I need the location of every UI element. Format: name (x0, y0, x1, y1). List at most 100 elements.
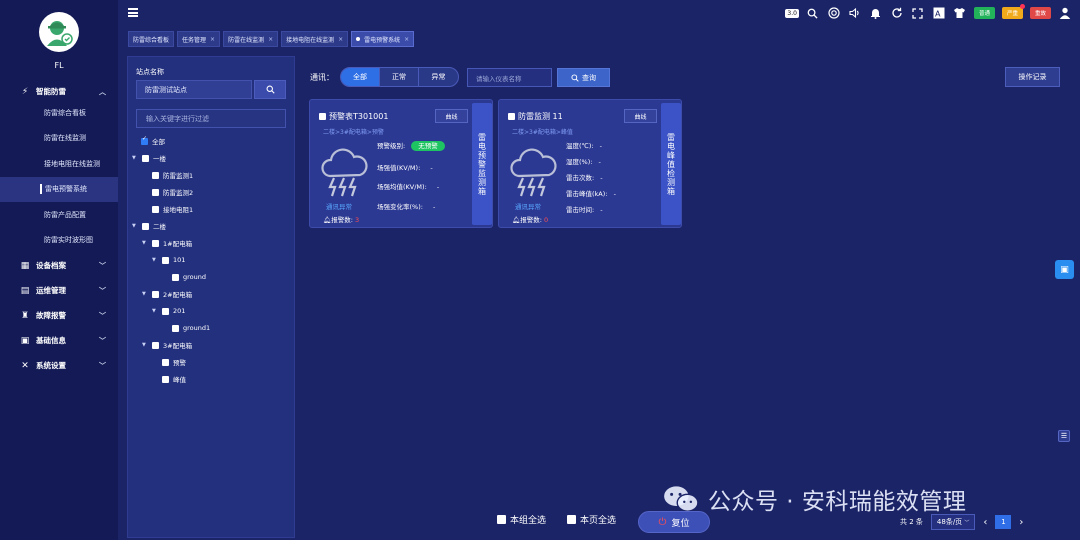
search-icon[interactable] (806, 6, 820, 20)
checkbox[interactable] (162, 256, 169, 264)
sidebar-group-system-settings[interactable]: ✕ 系统设置 ﹀ (0, 357, 118, 374)
sidebar-item-online-monitor[interactable]: 防雷在线监测 (0, 126, 118, 152)
sidebar-item-lightning-warning[interactable]: 雷电预警系统 (0, 176, 118, 202)
comm-option-abnormal[interactable]: 异常 (419, 68, 458, 86)
sidebar-group-maintenance[interactable]: ▤ 运维管理 ﹀ (0, 282, 118, 299)
expand-arrow-icon[interactable]: ▼ (152, 308, 158, 314)
reset-button[interactable]: ⏻ 复位 (638, 511, 710, 533)
tab-ground-monitor[interactable]: 接地电阻在线监测 × (281, 31, 349, 47)
sidebar-group-basic-info[interactable]: ▣ 基础信息 ﹀ (0, 332, 118, 349)
sidebar-item-product-config[interactable]: 防雷产品配置 (0, 202, 118, 228)
checkbox[interactable] (152, 341, 159, 349)
alarm-level-fault-badge[interactable]: 重故 (1029, 7, 1051, 19)
volume-icon[interactable] (848, 6, 862, 20)
tree-node[interactable]: 防雷监测2 (152, 186, 193, 198)
query-button[interactable]: 查询 (557, 68, 610, 87)
curve-button[interactable]: 曲线 (624, 109, 657, 123)
meter-name-input[interactable]: 请输入仪表名称 (467, 68, 552, 87)
comm-option-all[interactable]: 全部 (341, 68, 380, 86)
fullscreen-icon[interactable] (911, 6, 925, 20)
sidebar-item-ground-monitor[interactable]: 接地电阻在线监测 (0, 151, 118, 177)
tab-online-monitor[interactable]: 防雷在线监测 × (223, 31, 279, 47)
expand-arrow-icon[interactable]: ▼ (142, 342, 148, 348)
next-page-button[interactable]: › (1019, 517, 1023, 528)
tree-node[interactable]: ground (172, 271, 206, 283)
select-group-checkbox[interactable]: 本组全选 (497, 513, 546, 526)
curve-button[interactable]: 曲线 (435, 109, 468, 123)
tree-node[interactable]: 防雷监测1 (152, 169, 193, 181)
checkbox[interactable] (319, 113, 326, 120)
tree-node[interactable]: ▼ 1#配电箱 (142, 237, 192, 249)
sidebar-group-device-archive[interactable]: ▦ 设备档案 ﹀ (0, 257, 118, 274)
alarm-level-serious-badge[interactable]: 严重 (1001, 4, 1026, 19)
select-page-checkbox[interactable]: 本页全选 (567, 513, 616, 526)
page-number-button[interactable]: 1 (995, 515, 1012, 529)
version-badge[interactable]: 3.0 (785, 8, 799, 18)
screen-display-icon[interactable]: ▣ (1055, 260, 1074, 279)
tab-lightning-warning[interactable]: 雷电预警系统 × (351, 31, 415, 47)
help-icon[interactable] (827, 6, 841, 20)
device-card[interactable]: 预警表T301001 二楼>3#配电箱>预警 曲线 通讯异常 🔔︎报警数: 3 … (309, 99, 493, 228)
checkbox[interactable] (497, 515, 506, 524)
checkbox[interactable] (142, 154, 149, 162)
settings-sliders-icon[interactable]: ☰ (1058, 430, 1070, 442)
expand-arrow-icon[interactable]: ▼ (132, 223, 138, 229)
site-search-button[interactable] (254, 80, 286, 99)
checkbox[interactable] (172, 273, 179, 281)
user-icon[interactable] (1058, 6, 1072, 20)
tree-node[interactable]: ▼ 3#配电箱 (142, 339, 192, 351)
checkbox[interactable] (152, 290, 159, 298)
font-size-icon[interactable]: A (932, 6, 946, 20)
tree-node[interactable]: 峰值 (162, 373, 186, 385)
tree-filter-input[interactable]: 输入关键字进行过滤 (136, 109, 286, 128)
checkbox[interactable] (508, 113, 515, 120)
site-select[interactable]: 防雷测试站点 (136, 80, 252, 99)
avatar[interactable] (39, 12, 79, 52)
tree-node[interactable]: ground1 (172, 322, 210, 334)
checkbox[interactable] (172, 324, 179, 332)
operation-log-button[interactable]: 操作记录 (1005, 67, 1060, 87)
expand-arrow-icon[interactable]: ▼ (152, 257, 158, 263)
expand-arrow-icon[interactable]: ▼ (142, 240, 148, 246)
expand-arrow-icon[interactable]: ▼ (142, 291, 148, 297)
sidebar-item-dashboard[interactable]: 防雷综合看板 (0, 100, 118, 126)
prev-page-button[interactable]: ‹ (983, 517, 987, 528)
comm-option-normal[interactable]: 正常 (380, 68, 419, 86)
tree-node[interactable]: ▼ 101 (152, 254, 185, 266)
tree-node[interactable]: 接地电阻1 (152, 203, 193, 215)
close-icon[interactable]: × (268, 36, 273, 43)
theme-shirt-icon[interactable] (953, 6, 967, 20)
tree-node[interactable]: 预警 (162, 356, 186, 368)
checkbox[interactable] (567, 515, 576, 524)
sidebar-group-smart-protection[interactable]: ⚡ 智能防雷 ︿ (0, 83, 118, 100)
checkbox[interactable] (152, 205, 159, 213)
alarm-level-normal-badge[interactable]: 普通 (973, 7, 995, 19)
device-card[interactable]: 防雷监测 11 二楼>3#配电箱>峰值 曲线 通讯异常 🔔︎报警数: 0 温度(… (498, 99, 682, 228)
tree-node-all[interactable]: 全部 (141, 135, 165, 147)
checkbox[interactable] (141, 135, 148, 145)
checkbox[interactable] (152, 171, 159, 179)
refresh-icon[interactable] (890, 6, 904, 20)
bell-icon[interactable] (869, 6, 883, 20)
checkbox[interactable] (142, 222, 149, 230)
tab-dashboard[interactable]: 防雷综合看板 (128, 31, 175, 47)
menu-toggle-icon[interactable] (128, 8, 138, 17)
comm-segmented-control: 全部 正常 异常 (340, 67, 459, 87)
tree-node[interactable]: ▼ 2#配电箱 (142, 288, 192, 300)
checkbox[interactable] (162, 358, 169, 366)
close-icon[interactable]: × (338, 36, 343, 43)
tree-node[interactable]: ▼ 一楼 (132, 152, 166, 164)
checkbox[interactable] (162, 307, 169, 315)
tree-node[interactable]: ▼ 201 (152, 305, 185, 317)
close-icon[interactable]: × (210, 36, 215, 43)
close-icon[interactable]: × (404, 36, 409, 43)
checkbox[interactable] (152, 239, 159, 247)
tab-task-management[interactable]: 任务管理 × (177, 31, 221, 47)
expand-arrow-icon[interactable]: ▼ (132, 155, 138, 161)
sidebar-group-fault-alarm[interactable]: ♜ 故障报警 ﹀ (0, 307, 118, 324)
checkbox[interactable] (162, 375, 169, 383)
sidebar-item-waveform[interactable]: 防雷实时波形图 (0, 228, 118, 254)
page-size-select[interactable]: 48条/页 ﹀ (930, 514, 976, 530)
tree-node[interactable]: ▼ 二楼 (132, 220, 166, 232)
checkbox[interactable] (152, 188, 159, 196)
